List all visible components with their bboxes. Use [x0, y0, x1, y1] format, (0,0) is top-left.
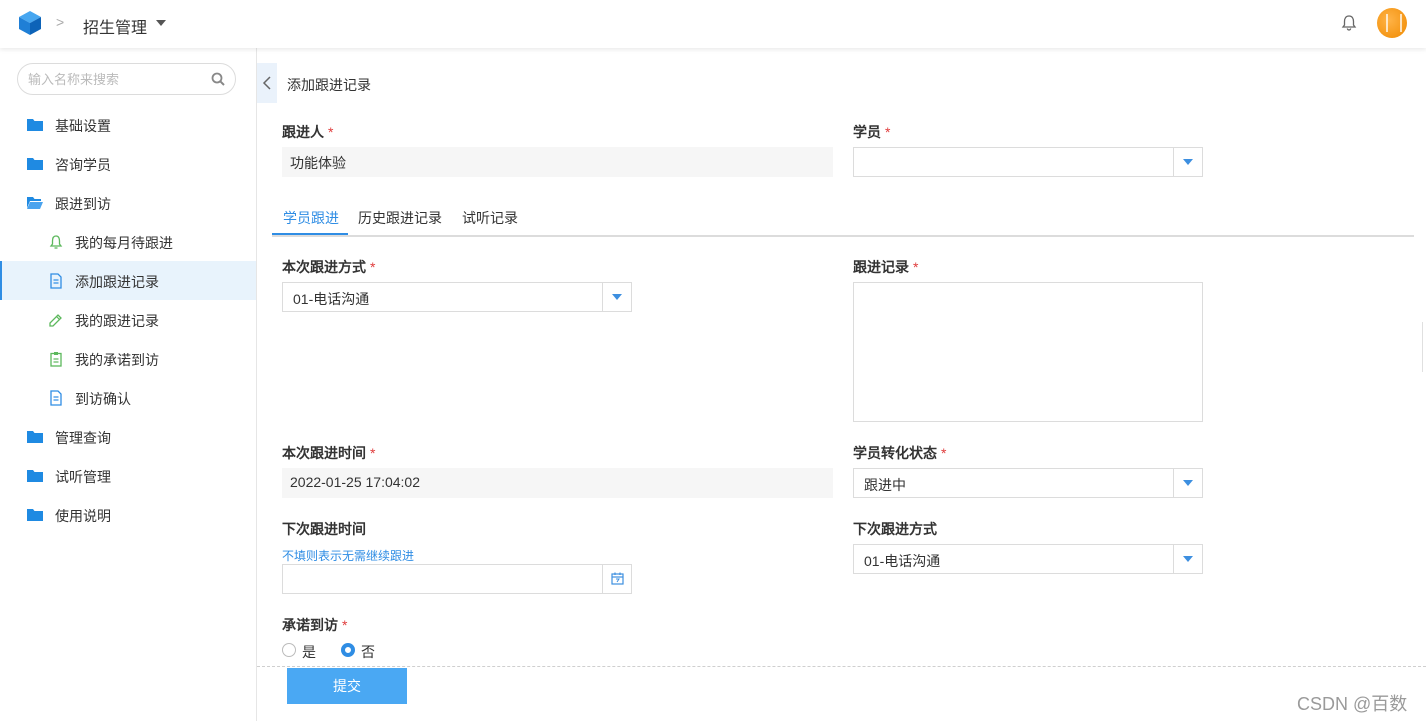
dropdown-arrow-icon[interactable] — [1173, 148, 1202, 176]
active-tab-indicator — [272, 233, 348, 235]
folder-icon — [27, 470, 43, 482]
cube-logo-icon[interactable] — [17, 10, 43, 36]
sidebar-item-label: 我的跟进记录 — [75, 313, 159, 329]
bell-icon[interactable] — [1340, 14, 1358, 32]
sidebar-item-follow-visit[interactable]: 跟进到访 — [0, 183, 256, 222]
caret-down-icon[interactable] — [156, 20, 166, 26]
calendar-icon — [611, 572, 624, 585]
sidebar-item-monthly-pending[interactable]: 我的每月待跟进 — [0, 222, 256, 261]
next-method-label: 下次跟进方式 — [853, 521, 937, 537]
follower-label: 跟进人 * — [282, 124, 334, 140]
sidebar-item-label: 咨询学员 — [55, 157, 111, 173]
main-content: 添加跟进记录 跟进人 * 功能体验 学员 * 学员跟进 历史跟进记录 试听记录 本次… — [257, 48, 1426, 721]
collapse-sidebar-button[interactable] — [257, 63, 277, 103]
calendar-button[interactable] — [602, 565, 631, 593]
sidebar-item-my-follow-records[interactable]: 我的跟进记录 — [0, 300, 256, 339]
bell-outline-icon — [49, 235, 63, 249]
dropdown-arrow-icon[interactable] — [1173, 545, 1202, 573]
radio-checked-icon[interactable] — [341, 643, 355, 657]
next-time-input[interactable] — [291, 570, 591, 588]
promise-label: 承诺到访 * — [282, 617, 348, 633]
radio-icon[interactable] — [282, 643, 296, 657]
folder-icon — [27, 119, 43, 131]
folder-icon — [27, 158, 43, 170]
tab-bar: 学员跟进 历史跟进记录 试听记录 — [272, 200, 1414, 237]
sidebar-item-management-query[interactable]: 管理查询 — [0, 417, 256, 456]
method-label: 本次跟进方式 * — [282, 259, 376, 275]
sidebar-item-instructions[interactable]: 使用说明 — [0, 495, 256, 534]
clipboard-icon — [50, 352, 62, 367]
follower-field: 功能体验 — [282, 147, 833, 177]
sidebar-item-label: 跟进到访 — [55, 196, 111, 212]
page-title: 添加跟进记录 — [287, 77, 371, 93]
sidebar-item-label: 试听管理 — [55, 469, 111, 485]
submit-button[interactable]: 提交 — [287, 668, 407, 704]
method-select[interactable]: 01-电话沟通 — [282, 282, 632, 312]
search-icon[interactable] — [211, 72, 225, 86]
tab-trial-records[interactable]: 试听记录 — [462, 208, 518, 239]
sidebar-item-label: 到访确认 — [75, 391, 131, 407]
search-input[interactable] — [28, 70, 208, 88]
status-select[interactable]: 跟进中 — [853, 468, 1203, 498]
tab-history-records[interactable]: 历史跟进记录 — [358, 208, 442, 239]
status-label: 学员转化状态 * — [853, 445, 947, 461]
sidebar-item-add-follow-record[interactable]: 添加跟进记录 — [0, 261, 256, 300]
sidebar-item-label: 使用说明 — [55, 508, 111, 524]
student-select[interactable] — [853, 147, 1203, 177]
next-method-select[interactable]: 01-电话沟通 — [853, 544, 1203, 574]
sidebar-item-label: 管理查询 — [55, 430, 111, 446]
scrollbar[interactable] — [1422, 322, 1426, 372]
sidebar-item-visit-confirm[interactable]: 到访确认 — [0, 378, 256, 417]
record-label: 跟进记录 * — [853, 259, 919, 275]
sidebar: 基础设置 咨询学员 跟进到访 我的每月待跟进 添加跟进记录 我的跟进记录 我的承… — [0, 48, 257, 721]
divider — [257, 666, 1426, 667]
record-textarea[interactable] — [853, 282, 1203, 422]
dropdown-arrow-icon[interactable] — [602, 283, 631, 311]
next-time-hint: 不填则表示无需继续跟进 — [282, 549, 415, 563]
folder-open-icon — [27, 197, 43, 209]
sidebar-item-my-promised-visits[interactable]: 我的承诺到访 — [0, 339, 256, 378]
sidebar-item-basic-settings[interactable]: 基础设置 — [0, 105, 256, 144]
student-label: 学员 * — [853, 124, 891, 140]
sidebar-item-trial-management[interactable]: 试听管理 — [0, 456, 256, 495]
sidebar-item-label: 我的每月待跟进 — [75, 235, 173, 251]
sidebar-item-consult-students[interactable]: 咨询学员 — [0, 144, 256, 183]
document-icon — [50, 390, 62, 406]
edit-icon — [49, 314, 62, 327]
dropdown-arrow-icon[interactable] — [1173, 469, 1202, 497]
app-title[interactable]: 招生管理 — [83, 14, 147, 38]
next-time-label: 下次跟进时间 — [282, 521, 366, 537]
top-bar: > 招生管理 — [0, 0, 1426, 48]
time-label: 本次跟进时间 * — [282, 445, 376, 461]
next-time-picker[interactable] — [282, 564, 632, 594]
sidebar-item-label: 添加跟进记录 — [75, 274, 159, 290]
document-icon — [50, 273, 62, 289]
chevron-left-icon — [262, 76, 271, 90]
sidebar-item-label: 我的承诺到访 — [75, 352, 159, 368]
search-box — [17, 63, 236, 95]
time-field: 2022-01-25 17:04:02 — [282, 468, 833, 498]
breadcrumb-separator: > — [56, 14, 65, 30]
avatar[interactable] — [1377, 8, 1407, 38]
watermark: CSDN @百数 — [1297, 694, 1408, 714]
folder-icon — [27, 509, 43, 521]
folder-icon — [27, 431, 43, 443]
sidebar-item-label: 基础设置 — [55, 118, 111, 134]
